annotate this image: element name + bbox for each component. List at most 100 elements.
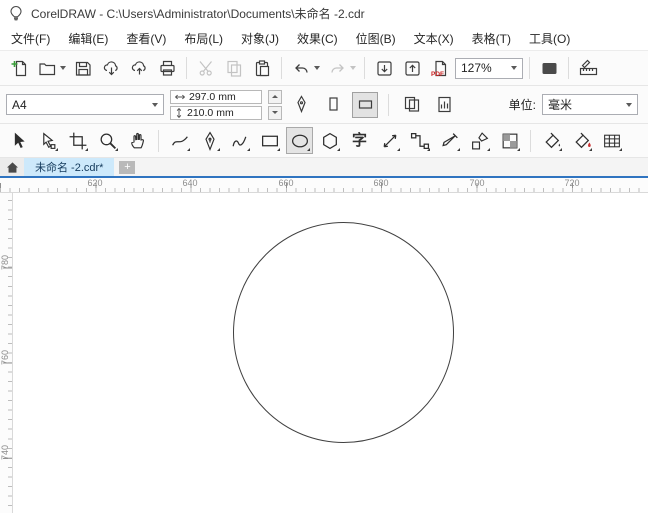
fullscreen-preview-button[interactable] [536, 55, 562, 81]
ruler-mark: 760 [0, 350, 12, 365]
dimension-tool[interactable] [376, 127, 403, 154]
page-size-chevron-down-icon [152, 103, 158, 107]
page-height-field[interactable]: 210.0 mm [170, 106, 262, 120]
menu-object[interactable]: 对象(J) [232, 26, 288, 50]
print-button[interactable] [154, 55, 180, 81]
ruler-icon [579, 59, 598, 78]
pick-tool[interactable] [4, 127, 31, 154]
undo-button[interactable] [288, 55, 314, 81]
outline-pen-tool[interactable] [466, 127, 493, 154]
page-width-field[interactable]: 297.0 mm [170, 90, 262, 104]
menu-layout[interactable]: 布局(L) [175, 26, 232, 50]
drawn-circle-shape[interactable] [233, 222, 454, 443]
cloud-upload-icon [130, 59, 149, 78]
shape-tool[interactable] [34, 127, 61, 154]
spinner-down-button[interactable] [268, 106, 282, 120]
color-eyedropper-tool[interactable] [436, 127, 463, 154]
ruler-mark: 640 [182, 178, 197, 188]
vertical-ruler[interactable]: 780 760 740 [0, 193, 13, 513]
window-title: CorelDRAW - C:\Users\Administrator\Docum… [31, 5, 365, 22]
spinner-up-button[interactable] [268, 90, 282, 104]
open-button[interactable] [34, 55, 60, 81]
drawing-scale-button[interactable] [288, 92, 314, 118]
save-icon [74, 59, 93, 78]
page-layers-icon [435, 95, 454, 114]
portrait-button[interactable] [320, 92, 346, 118]
undo-chevron-down-icon[interactable] [314, 66, 320, 70]
cloud-download-icon [102, 59, 121, 78]
coreldraw-logo-icon [8, 5, 24, 21]
rectangle-tool[interactable] [256, 127, 283, 154]
publish-to-pdf-button[interactable]: PDF [427, 55, 453, 81]
save-to-cloud-button[interactable] [126, 55, 152, 81]
menu-tools[interactable]: 工具(O) [520, 26, 579, 50]
redo-chevron-down-icon [350, 66, 356, 70]
interactive-fill-tool[interactable] [538, 127, 565, 154]
eyedropper-icon [440, 131, 460, 151]
page-width-value: 297.0 mm [189, 91, 236, 103]
menu-text[interactable]: 文本(X) [405, 26, 463, 50]
show-rulers-button[interactable] [575, 55, 601, 81]
pen-tool[interactable] [196, 127, 223, 154]
property-bar: A4 297.0 mm 210.0 mm [0, 86, 648, 124]
shape-arrow-icon [38, 131, 58, 151]
menu-view[interactable]: 查看(V) [117, 26, 175, 50]
document-tab[interactable]: 未命名 -2.cdr* [24, 158, 114, 176]
copy-icon [225, 59, 244, 78]
paste-button[interactable] [249, 55, 275, 81]
polygon-tool[interactable] [316, 127, 343, 154]
landscape-button[interactable] [352, 92, 378, 118]
ruler-mark: 700 [469, 178, 484, 188]
units-combobox[interactable]: 毫米 [542, 94, 638, 115]
ruler-mark: 780 [0, 255, 12, 270]
page-height-value: 210.0 mm [187, 107, 234, 119]
text-tool[interactable]: 字 [346, 127, 373, 154]
ellipse-tool[interactable] [286, 127, 313, 154]
drawing-canvas[interactable] [13, 193, 648, 513]
new-document-button[interactable] [6, 55, 32, 81]
transparency-tool[interactable] [496, 127, 523, 154]
menu-edit[interactable]: 编辑(E) [59, 26, 117, 50]
export-button[interactable] [399, 55, 425, 81]
cut-icon [197, 59, 216, 78]
horizontal-ruler[interactable]: 620 640 660 680 700 720 [0, 178, 648, 193]
menu-file[interactable]: 文件(F) [2, 26, 59, 50]
ruler-mark: 740 [0, 445, 12, 460]
menu-table[interactable]: 表格(T) [463, 26, 520, 50]
import-button[interactable] [371, 55, 397, 81]
smart-fill-tool[interactable] [568, 127, 595, 154]
freehand-tool[interactable] [166, 127, 193, 154]
connector-line-icon [410, 131, 430, 151]
crop-icon [68, 131, 88, 151]
width-arrow-icon [174, 92, 186, 102]
open-from-cloud-button[interactable] [98, 55, 124, 81]
pan-tool[interactable] [124, 127, 151, 154]
artistic-media-tool[interactable] [226, 127, 253, 154]
current-page-button[interactable] [431, 92, 457, 118]
freehand-curve-icon [170, 131, 190, 151]
dimension-line-icon [380, 131, 400, 151]
all-pages-button[interactable] [399, 92, 425, 118]
outline-pen-icon [470, 131, 490, 151]
zoom-tool[interactable] [94, 127, 121, 154]
menu-effects[interactable]: 效果(C) [288, 26, 347, 50]
home-icon [5, 160, 20, 175]
pick-cursor-icon [8, 131, 28, 151]
save-button[interactable] [70, 55, 96, 81]
open-chevron-down-icon[interactable] [60, 66, 66, 70]
connector-tool[interactable] [406, 127, 433, 154]
open-folder-icon [38, 59, 57, 78]
crop-tool[interactable] [64, 127, 91, 154]
paste-icon [253, 59, 272, 78]
toolbox-separator [158, 130, 159, 152]
paint-bucket-icon [542, 131, 562, 151]
cut-button [193, 55, 219, 81]
magnifier-icon [98, 131, 118, 151]
new-tab-button[interactable]: + [119, 161, 135, 174]
welcome-screen-button[interactable] [0, 158, 24, 176]
mesh-fill-tool[interactable] [598, 127, 625, 154]
page-size-combobox[interactable]: A4 [6, 94, 164, 115]
zoom-level-combobox[interactable]: 127% [455, 58, 523, 79]
menu-bitmaps[interactable]: 位图(B) [347, 26, 405, 50]
rectangle-icon [260, 131, 280, 151]
